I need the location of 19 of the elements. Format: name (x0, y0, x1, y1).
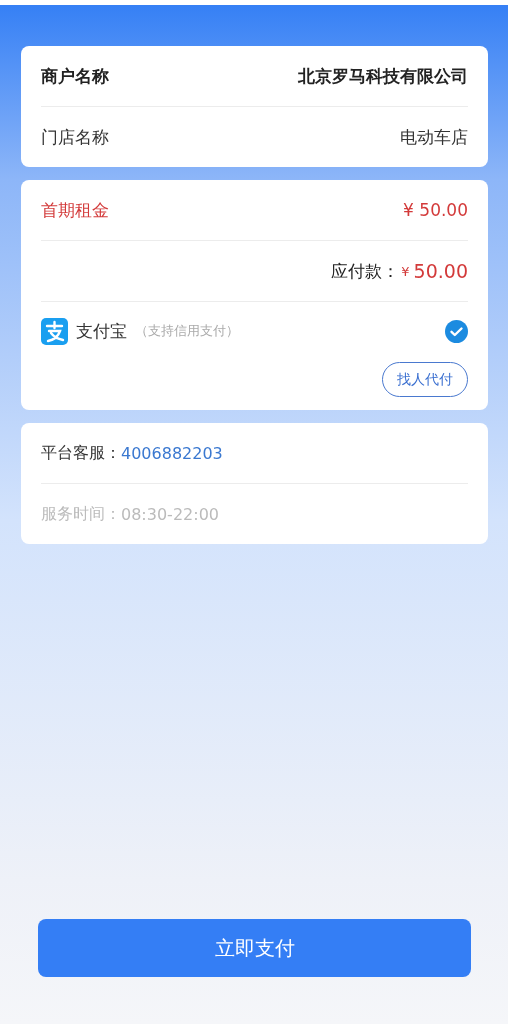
field-value: 北京罗马科技有限公司 (298, 64, 468, 88)
field-label: 商户名称 (41, 64, 109, 88)
pay-now-button[interactable]: 立即支付 (38, 919, 471, 977)
amount-due: 50.00 (413, 260, 468, 282)
pay-for-me-button[interactable]: 找人代付 (382, 362, 468, 397)
payment-method-note: （支持信用支付） (135, 322, 239, 340)
hours-label: 服务时间： (41, 503, 121, 525)
payment-app-icon (41, 317, 68, 345)
hours-value: 08:30-22:00 (121, 504, 219, 524)
rent-label: 首期租金 (41, 198, 109, 222)
field-label: 门店名称 (41, 125, 109, 149)
hotline-label: 平台客服： (41, 442, 121, 464)
field-value: 电动车店 (400, 125, 468, 149)
payment-method-name: 支付宝 (76, 319, 127, 343)
rent-amount: ¥ 50.00 (403, 200, 468, 220)
amount-due-label: 应付款： (331, 259, 400, 283)
checkmark-icon[interactable] (445, 319, 468, 343)
hotline-number[interactable]: 4006882203 (121, 443, 223, 463)
currency-symbol: ¥ (401, 263, 410, 279)
